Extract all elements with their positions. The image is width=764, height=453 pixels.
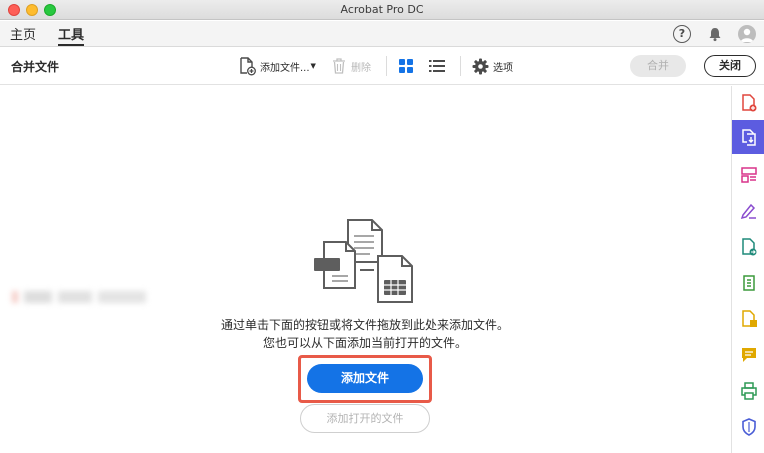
instruction-text: 通过单击下面的按钮或将文件拖放到此处来添加文件。: [220, 318, 509, 332]
rail-edit-pdf[interactable]: [732, 302, 764, 336]
merge-button[interactable]: 合并: [630, 55, 686, 77]
rail-organize-pages[interactable]: [732, 158, 764, 192]
toolbar-divider: [460, 56, 461, 76]
window-titlebar: Acrobat Pro DC: [0, 0, 764, 20]
combine-toolbar: 合并文件 添加文件... ▼ 删除 选项 合并 关闭: [0, 48, 764, 85]
add-files-label: 添加文件...: [260, 62, 310, 74]
rail-fill-sign[interactable]: [732, 194, 764, 228]
organize-pages-icon: [740, 167, 757, 183]
file-drop-area[interactable]: 通过单击下面的按钮或将文件拖放到此处来添加文件。 您也可以从下面添加当前打开的文…: [0, 86, 731, 453]
instruction-subtext: 您也可以从下面添加当前打开的文件。: [262, 336, 467, 350]
right-tools-rail: [731, 86, 764, 453]
page-title: 合并文件: [11, 60, 60, 74]
close-button[interactable]: 关闭: [704, 55, 756, 77]
edit-pdf-icon: [741, 310, 757, 327]
rail-comment[interactable]: [732, 338, 764, 372]
list-view-icon: [429, 60, 445, 72]
grid-view-icon: [399, 59, 413, 73]
combine-files-illustration-icon: [314, 219, 413, 303]
combine-files-icon: [741, 129, 756, 146]
add-files-dropdown[interactable]: 添加文件... ▼: [237, 55, 316, 77]
shield-icon: [741, 418, 756, 436]
rail-export-pdf[interactable]: [732, 230, 764, 264]
toolbar-divider: [386, 56, 387, 76]
rail-protect[interactable]: [732, 410, 764, 444]
gear-icon: [472, 58, 489, 74]
top-tab-bar: 主页 工具 ?: [0, 21, 764, 47]
avatar[interactable]: [738, 25, 756, 43]
window-title: Acrobat Pro DC: [340, 3, 424, 16]
export-pdf-icon: [741, 238, 756, 256]
rail-create-pdf[interactable]: [732, 86, 764, 120]
help-icon[interactable]: ?: [673, 25, 691, 43]
add-open-files-button[interactable]: 添加打开的文件: [300, 404, 430, 433]
add-file-icon: [240, 57, 256, 76]
chevron-down-icon: ▼: [310, 62, 316, 70]
grid-view-button[interactable]: [398, 55, 414, 77]
tab-tools[interactable]: 工具: [58, 24, 85, 46]
options-button[interactable]: 选项: [472, 55, 513, 77]
print-production-icon: [740, 382, 757, 400]
list-view-button[interactable]: [428, 55, 446, 77]
create-pdf-icon: [741, 94, 756, 112]
rail-print-production[interactable]: [732, 374, 764, 408]
tab-home[interactable]: 主页: [10, 24, 36, 44]
bell-icon[interactable]: [706, 25, 724, 43]
blurred-background-text: [12, 291, 146, 303]
fill-sign-icon: [740, 203, 756, 220]
compress-pdf-icon: [742, 275, 755, 291]
delete-button[interactable]: 删除: [331, 55, 371, 77]
rail-compress-pdf[interactable]: [732, 266, 764, 300]
add-files-button[interactable]: 添加文件: [307, 364, 423, 393]
comment-icon: [741, 348, 756, 362]
options-label: 选项: [493, 62, 513, 74]
delete-label: 删除: [351, 62, 371, 74]
trash-icon: [333, 58, 345, 74]
rail-combine-files[interactable]: [732, 120, 764, 154]
